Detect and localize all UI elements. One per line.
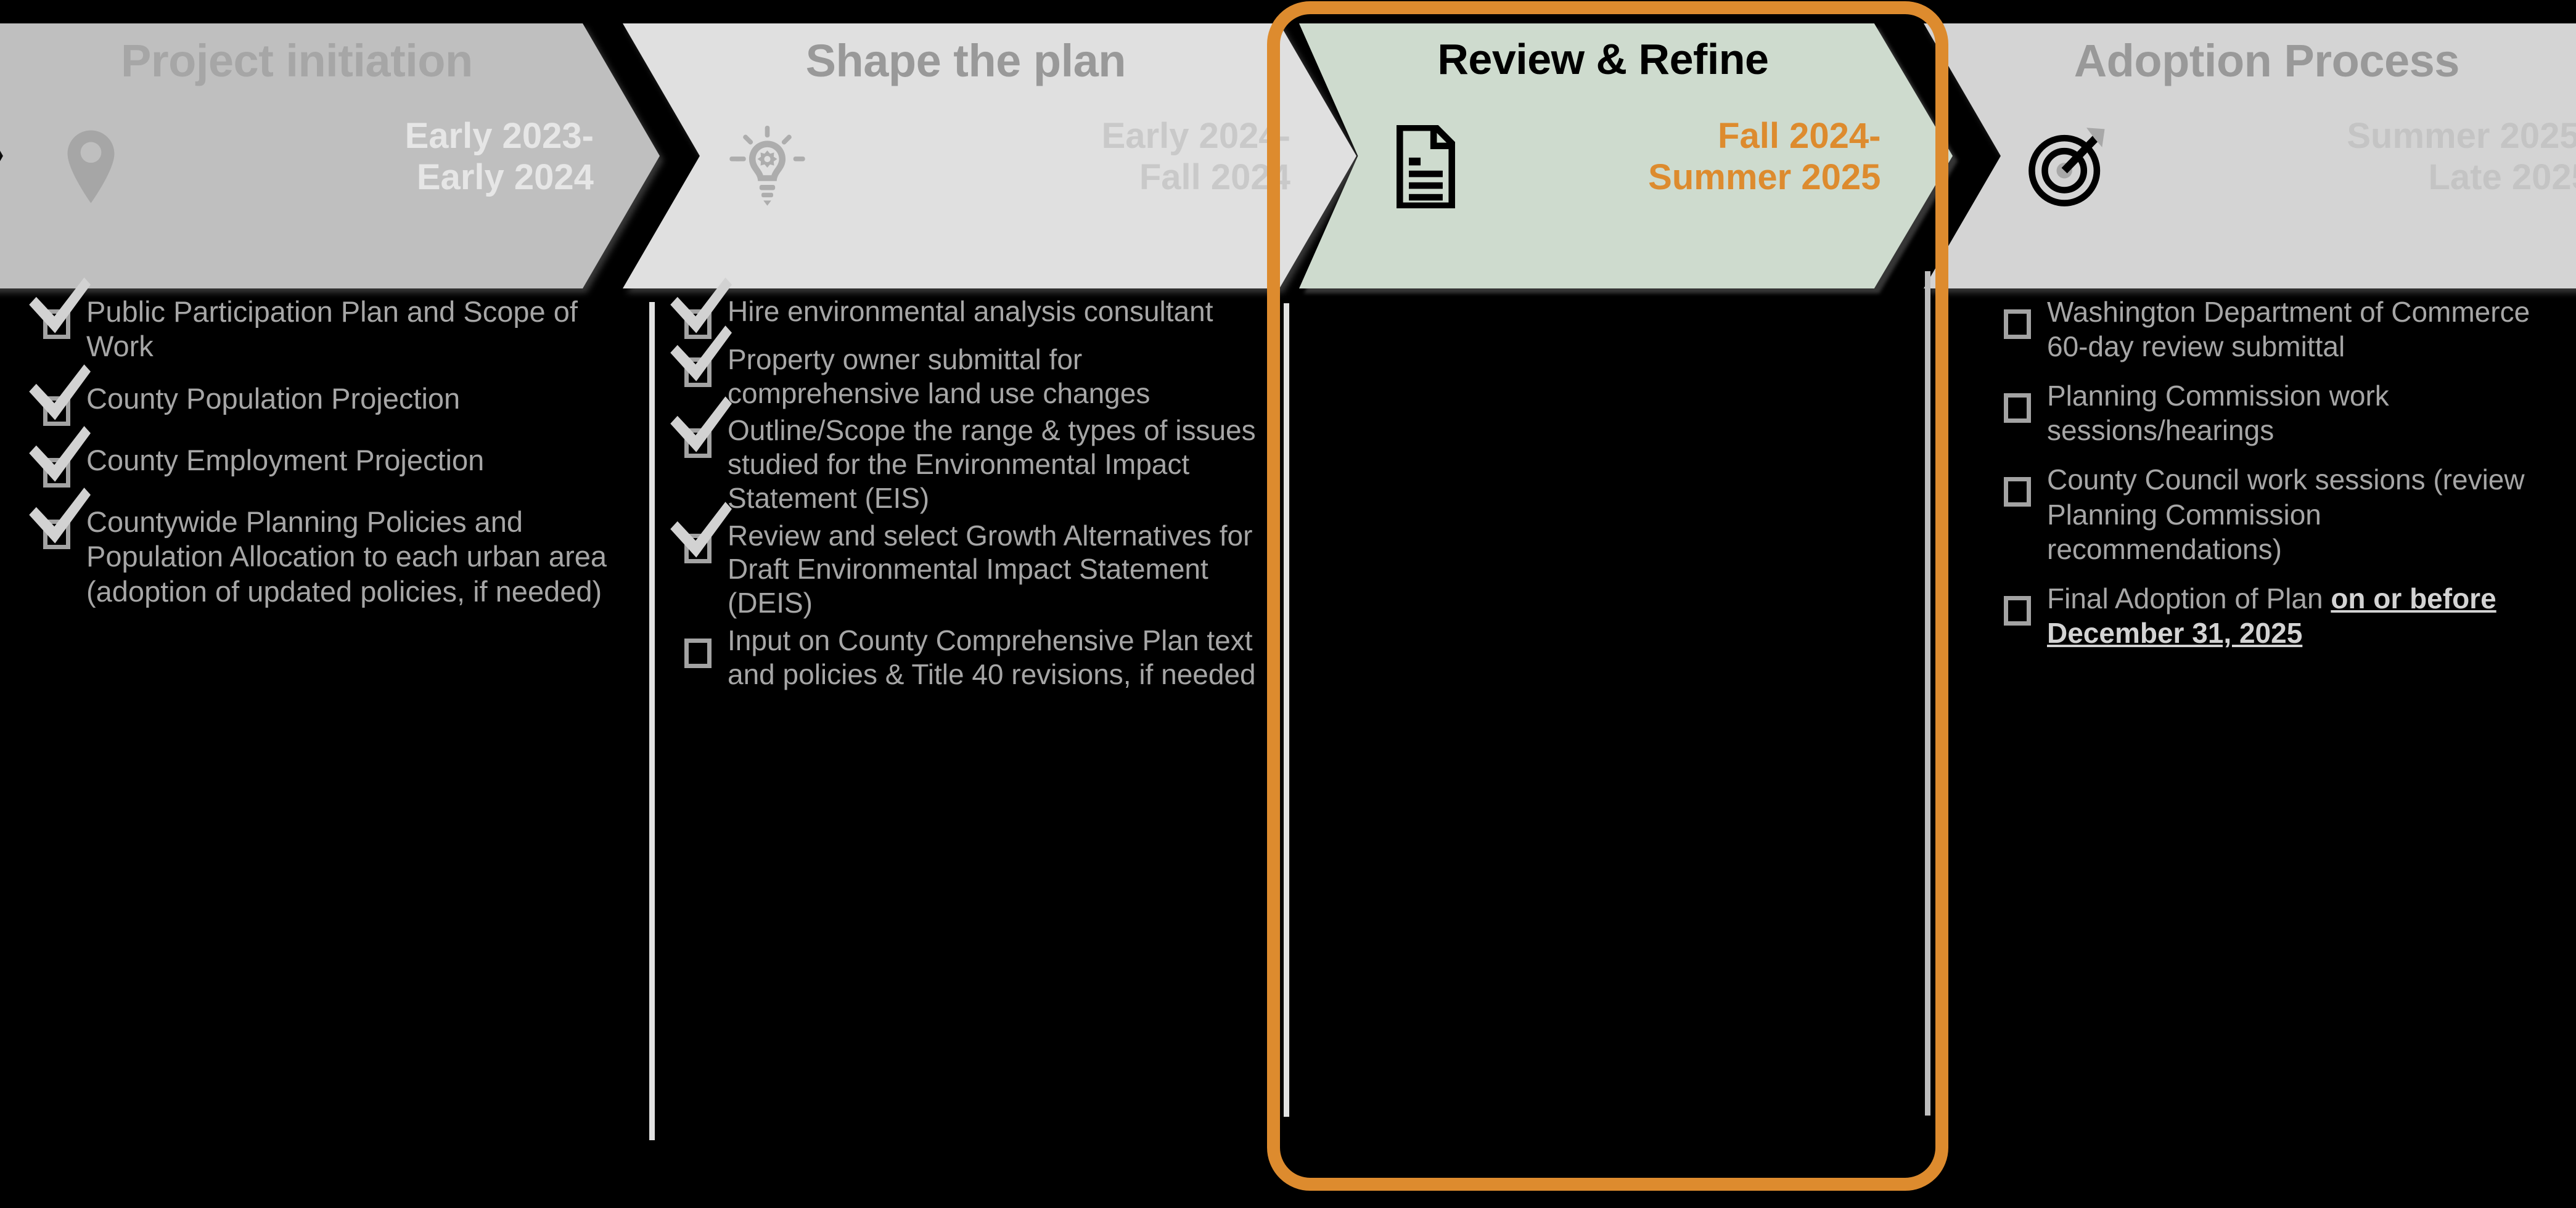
checkbox-square-icon (2004, 477, 2031, 507)
checkmark-icon (26, 361, 91, 425)
column-divider-3 (1925, 271, 1930, 1116)
checkbox-square-icon (2004, 595, 2031, 626)
checkbox-unchecked[interactable] (1998, 471, 2035, 507)
lightbulb-gear-icon (726, 125, 809, 208)
checklist-column-adoption-process: Washington Department of Commerce 60-day… (1998, 295, 2553, 665)
checkbox-unchecked[interactable] (1998, 387, 2035, 423)
checkbox-checked[interactable] (29, 488, 91, 549)
phase-title: Shape the plan (805, 35, 1126, 86)
checklist-item-label: Review and select Growth Alternatives fo… (728, 519, 1253, 619)
checklist-column-project-initiation: Public Participation Plan and Scope of W… (29, 277, 629, 626)
checklist-item[interactable]: Washington Department of Commerce 60-day… (1998, 295, 2553, 364)
phase-header-shape-the-plan[interactable]: Shape the plan Early 2024- Fall 2024 (623, 23, 1356, 288)
timeline-infographic: Project initiation Early 2023- Early 202… (0, 0, 2576, 1208)
checklist-item-label: County Employment Projection (86, 443, 485, 476)
checkbox-square-icon (684, 638, 712, 668)
phase-title: Review & Refine (1437, 35, 1769, 83)
checklist-item[interactable]: Public Participation Plan and Scope of W… (29, 277, 629, 364)
checklist-item[interactable]: Planning Commission work sessions/hearin… (1998, 378, 2553, 447)
checklist-item[interactable]: County Population Projection (29, 364, 629, 426)
checkbox-unchecked[interactable] (1998, 590, 2035, 626)
checkbox-square-icon (2004, 309, 2031, 339)
phase-header-project-initiation[interactable]: Project initiation Early 2023- Early 202… (0, 23, 660, 288)
checklist-item-label: Property owner submittal for comprehensi… (728, 343, 1151, 409)
checklist-item[interactable]: Countywide Planning Policies and Populat… (29, 488, 629, 609)
checklist-item-label: County Council work sessions (review Pla… (2047, 463, 2525, 565)
checkmark-icon (667, 393, 732, 457)
checkbox-checked[interactable] (29, 364, 91, 426)
checklist-item-label: Hire environmental analysis consultant (728, 295, 1213, 327)
checklist-item[interactable]: Outline/Scope the range & types of issue… (670, 396, 1258, 515)
checklist-item[interactable]: Input on County Comprehensive Plan text … (678, 624, 1258, 691)
checkmark-icon (667, 322, 732, 386)
checkbox-checked[interactable] (29, 426, 91, 488)
checkbox-unchecked[interactable] (678, 632, 715, 668)
checkmark-icon (667, 498, 732, 563)
checkmark-icon (26, 484, 91, 549)
checkbox-checked[interactable] (670, 501, 732, 563)
checklist-item[interactable]: Final Adoption of Plan on or before Dece… (1998, 581, 2553, 650)
phase-header-review-and-refine[interactable]: Review & Refine Fall 2024- Summer 2025 (1299, 23, 1953, 288)
checkbox-checked[interactable] (29, 277, 91, 339)
checklist-item[interactable]: County Council work sessions (review Pla… (1998, 462, 2553, 566)
checkbox-checked[interactable] (670, 325, 732, 387)
checkbox-unchecked[interactable] (1998, 303, 2035, 339)
checkbox-checked[interactable] (670, 396, 732, 459)
phase-dates: Fall 2024- Summer 2025 (1648, 116, 1881, 197)
column-divider-2 (1284, 303, 1289, 1117)
checklist-item[interactable]: Review and select Growth Alternatives fo… (670, 501, 1258, 620)
checklist-item[interactable]: County Employment Projection (29, 426, 629, 488)
phase-dates: Early 2023- Early 2024 (404, 116, 594, 197)
checkmark-icon (26, 274, 91, 338)
checklist-item-emphasis: on or before December 31, 2025 (2047, 582, 2496, 649)
checklist-item-label: County Population Projection (86, 382, 461, 415)
checkbox-square-icon (2004, 393, 2031, 423)
phase-title: Adoption Process (2074, 35, 2460, 86)
checklist-item-label: Public Participation Plan and Scope of W… (86, 295, 578, 363)
checklist-item-label: Countywide Planning Policies and Populat… (86, 505, 607, 608)
target-arrow-icon (2027, 125, 2110, 208)
column-divider-1 (649, 302, 655, 1140)
checklist-item-label: Washington Department of Commerce 60-day… (2047, 296, 2530, 363)
checklist-column-shape-the-plan: Hire environmental analysis consultant Pr… (670, 277, 1258, 695)
phase-title: Project initiation (120, 35, 473, 86)
phase-dates: Summer 2025- Late 2025 (2347, 116, 2576, 197)
checklist-item-label: Planning Commission work sessions/hearin… (2047, 380, 2389, 447)
checklist-item-label: Input on County Comprehensive Plan text … (728, 624, 1256, 690)
checkmark-icon (26, 422, 91, 487)
phase-header-adoption-process[interactable]: Adoption Process Summer 2025- Late 2025 (1924, 23, 2576, 288)
checklist-item-label: Outline/Scope the range & types of issue… (728, 414, 1256, 514)
phase-dates: Early 2024- Fall 2024 (1101, 116, 1290, 197)
checklist-item[interactable]: Hire environmental analysis consultant (670, 277, 1258, 339)
checklist-item-label: Final Adoption of Plan on or before Dece… (2047, 582, 2496, 649)
checklist-item[interactable]: Property owner submittal for comprehensi… (670, 325, 1258, 410)
